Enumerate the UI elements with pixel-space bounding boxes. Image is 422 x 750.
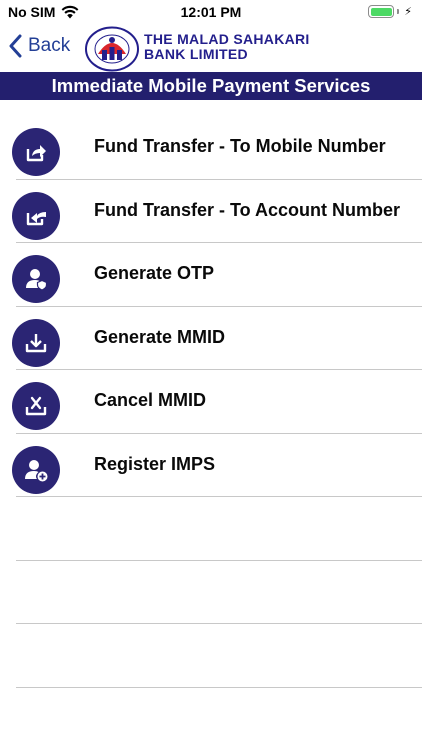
menu-item-fund-transfer-account[interactable]: Fund Transfer - To Account Number	[0, 180, 422, 243]
bank-name-line1: THE MALAD SAHAKARI	[144, 31, 310, 47]
menu-item-label: Cancel MMID	[94, 390, 207, 410]
page-title: Immediate Mobile Payment Services	[51, 75, 371, 96]
empty-row	[0, 561, 422, 624]
download-tray-icon	[12, 318, 60, 367]
menu-item-generate-mmid[interactable]: Generate MMID	[0, 307, 422, 370]
back-label: Back	[28, 35, 71, 56]
menu-item-register-imps[interactable]: Register IMPS	[0, 434, 422, 497]
status-time: 12:01 PM	[180, 4, 242, 20]
charging-icon: ⚡	[404, 6, 412, 18]
cancel-tray-icon	[12, 382, 60, 430]
bank-name: THE MALAD SAHAKARI BANK LIMITED	[144, 32, 310, 62]
user-add-icon	[12, 445, 60, 494]
back-button[interactable]: Back	[8, 34, 70, 58]
status-bar: No SIM 12:01 PM ⚡	[0, 0, 422, 24]
menu-item-label: Fund Transfer - To Mobile Number	[94, 136, 386, 156]
empty-row	[0, 624, 422, 688]
user-shield-icon	[12, 255, 60, 303]
bank-name-line2: BANK LIMITED	[144, 46, 248, 62]
nav-bar: Back THE MALAD SAHAKARI BANK LIMITED	[0, 24, 422, 72]
menu-item-label: Register IMPS	[94, 453, 216, 474]
bank-logo	[85, 26, 139, 72]
battery-icon	[368, 5, 395, 18]
menu-item-fund-transfer-mobile[interactable]: Fund Transfer - To Mobile Number	[0, 116, 422, 180]
battery-indicator: ⚡	[368, 5, 412, 18]
menu-item-generate-otp[interactable]: Generate OTP	[0, 243, 422, 307]
menu-item-cancel-mmid[interactable]: Cancel MMID	[0, 370, 422, 434]
share-in-icon	[12, 191, 60, 240]
menu-item-label: Fund Transfer - To Account Number	[94, 199, 401, 220]
chevron-left-icon	[9, 34, 22, 58]
menu-item-label: Generate MMID	[94, 326, 226, 347]
menu-item-label: Generate OTP	[94, 263, 215, 283]
share-out-icon	[12, 128, 60, 176]
empty-row	[0, 497, 422, 561]
page-title-bar: Immediate Mobile Payment Services	[0, 72, 422, 110]
services-menu: Fund Transfer - To Mobile Number Fund Tr…	[0, 116, 422, 688]
